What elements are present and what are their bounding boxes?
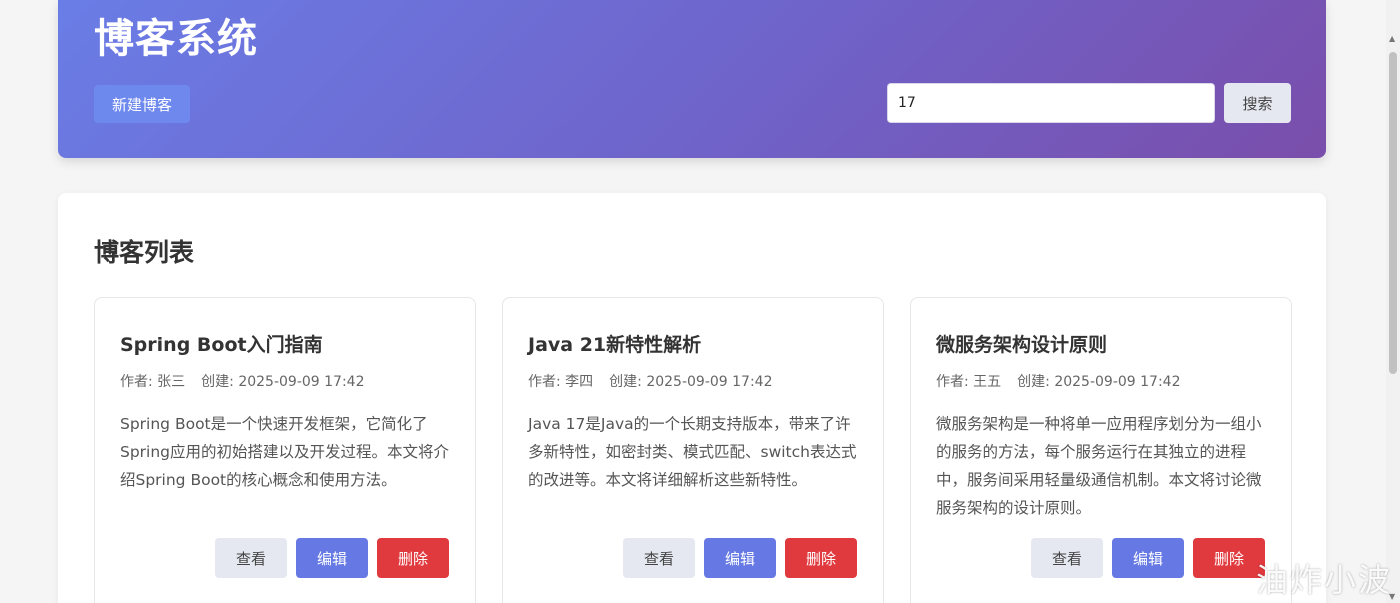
- blog-card-author: 作者: 李四: [528, 374, 594, 390]
- blog-card-actions: 查看 编辑 删除: [1031, 538, 1265, 578]
- blog-card-created: 创建: 2025-09-09 17:42: [609, 374, 773, 390]
- view-button[interactable]: 查看: [623, 538, 695, 578]
- blog-list-title: 博客列表: [94, 238, 195, 267]
- delete-button[interactable]: 删除: [377, 538, 449, 578]
- search-input[interactable]: [887, 83, 1215, 123]
- site-header: 博客系统 新建博客 搜索: [58, 0, 1326, 158]
- blog-card-title: Spring Boot入门指南: [120, 334, 323, 356]
- watermark: 油炸小波: [1255, 561, 1392, 599]
- view-button[interactable]: 查看: [215, 538, 287, 578]
- edit-button[interactable]: 编辑: [1112, 538, 1184, 578]
- blog-card-title: Java 21新特性解析: [528, 334, 702, 356]
- blog-card-summary: Java 17是Java的一个长期支持版本，带来了许多新特性，如密封类、模式匹配…: [528, 415, 857, 489]
- blog-card: 微服务架构设计原则 作者: 王五 创建: 2025-09-09 17:42 微服务…: [910, 297, 1292, 603]
- blog-card-meta: 作者: 张三 创建: 2025-09-09 17:42: [120, 371, 365, 391]
- blog-card-created: 创建: 2025-09-09 17:42: [1017, 374, 1181, 390]
- new-blog-button[interactable]: 新建博客: [94, 85, 190, 123]
- blog-card-actions: 查看 编辑 删除: [215, 538, 449, 578]
- blog-card-author: 作者: 王五: [936, 374, 1002, 390]
- edit-button[interactable]: 编辑: [296, 538, 368, 578]
- blog-card: Spring Boot入门指南 作者: 张三 创建: 2025-09-09 17:…: [94, 297, 476, 603]
- view-button[interactable]: 查看: [1031, 538, 1103, 578]
- delete-button[interactable]: 删除: [1193, 538, 1265, 578]
- blog-card-created: 创建: 2025-09-09 17:42: [201, 374, 365, 390]
- blog-card-meta: 作者: 李四 创建: 2025-09-09 17:42: [528, 371, 773, 391]
- blog-card-summary: 微服务架构是一种将单一应用程序划分为一组小的服务的方法，每个服务运行在其独立的进…: [936, 415, 1262, 517]
- blog-card-actions: 查看 编辑 删除: [623, 538, 857, 578]
- blog-card-summary: Spring Boot是一个快速开发框架，它简化了Spring应用的初始搭建以及…: [120, 415, 450, 489]
- site-title: 博客系统: [94, 16, 258, 62]
- scrollbar-thumb[interactable]: [1389, 52, 1397, 374]
- blog-card-title: 微服务架构设计原则: [936, 334, 1108, 356]
- blog-card: Java 21新特性解析 作者: 李四 创建: 2025-09-09 17:42 …: [502, 297, 884, 603]
- blog-card-meta: 作者: 王五 创建: 2025-09-09 17:42: [936, 371, 1181, 391]
- delete-button[interactable]: 删除: [785, 538, 857, 578]
- scroll-up-arrow-icon[interactable]: ▲: [1389, 34, 1395, 43]
- search-button[interactable]: 搜索: [1224, 83, 1291, 123]
- edit-button[interactable]: 编辑: [704, 538, 776, 578]
- page-scrollbar[interactable]: ▲ ▼: [1386, 0, 1400, 603]
- blog-card-author: 作者: 张三: [120, 374, 186, 390]
- blog-list-panel: 博客列表 Spring Boot入门指南 作者: 张三 创建: 2025-09-0…: [58, 193, 1326, 603]
